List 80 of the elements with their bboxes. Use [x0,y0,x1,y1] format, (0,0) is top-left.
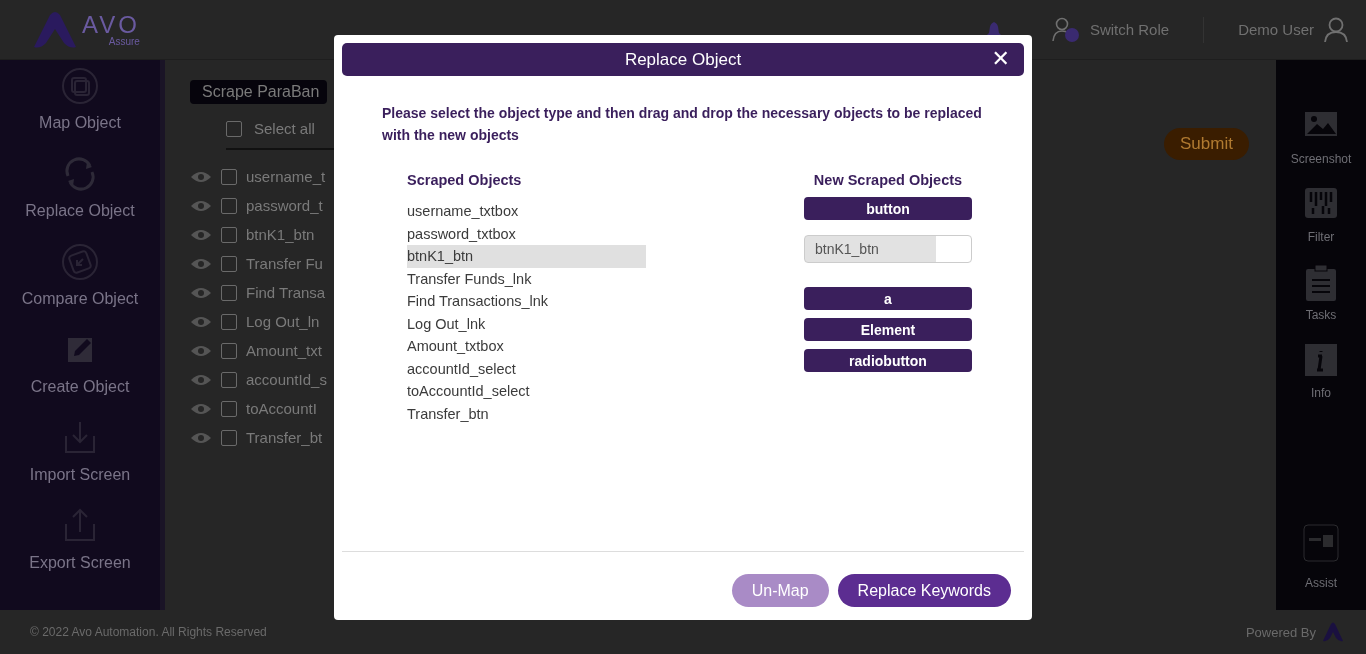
rail-item[interactable]: Filter [1307,230,1335,244]
checkbox[interactable] [221,255,237,272]
nav-item[interactable]: Map Object [39,114,121,132]
switch-user-icon [1051,16,1080,43]
scraped-object-item[interactable]: accountId_select [407,357,646,380]
instruction-text: Please select the object type and then drag and drop the necessary objects to be replaced with the new objects [382,104,983,145]
rail-item[interactable]: Info [1311,386,1331,400]
object-type-button[interactable]: Element [804,318,972,341]
screen-title-tab[interactable]: Scrape ParaBan [190,80,328,104]
object-name[interactable]: Transfer Fu [246,255,323,272]
close-button[interactable]: ✕ [991,46,1010,71]
eye-icon [190,314,212,329]
object-type-button[interactable]: button [804,197,972,220]
dialog-title: Replace Object [624,49,742,70]
object-name[interactable]: Transfer_bt [246,429,323,446]
nav-item[interactable]: Import Screen [29,466,131,484]
checkbox[interactable] [221,400,237,417]
object-name[interactable]: accountId_s [246,371,327,388]
checkbox[interactable] [226,120,242,137]
layers-icon [60,66,100,106]
rail-item[interactable]: Assist [1305,576,1337,590]
scraped-object-item[interactable]: Transfer Funds_lnk [407,267,646,290]
replace-keywords-button[interactable]: Replace Keywords [837,574,1011,607]
user-name[interactable]: Demo User [1238,21,1314,38]
scraped-object-item[interactable]: Find Transactions_lnk [407,290,646,313]
object-name[interactable]: password_t [246,197,323,214]
checkbox[interactable] [221,226,237,243]
eye-icon [190,198,212,213]
eye-icon [190,256,212,271]
object-name[interactable]: username_t [246,168,326,185]
scraped-object-item[interactable]: Amount_txtbox [407,335,646,358]
checkbox[interactable] [221,371,237,388]
nav-item[interactable]: Replace Object [25,202,135,220]
eye-icon [190,169,212,184]
select-all-label: Select all [254,120,315,137]
object-name[interactable]: Amount_txt [246,342,322,359]
unmap-button[interactable]: Un-Map [731,574,829,607]
nav-item[interactable]: Export Screen [29,554,131,572]
scraped-object-item[interactable]: username_txtbox [407,200,646,223]
scraped-object-item[interactable]: Log Out_lnk [407,312,646,335]
eye-icon [190,343,212,358]
logo-tagline: Assure [108,36,140,47]
scraped-object-item[interactable]: password_txtbox [407,222,646,245]
object-name[interactable]: Find Transa [246,284,326,301]
assistant-icon [1303,524,1339,562]
checkbox[interactable] [221,284,237,301]
submit-button[interactable]: Submit [1164,128,1249,160]
object-name[interactable]: btnK1_btn [246,226,315,243]
checkbox[interactable] [221,342,237,359]
clipboard-icon [1303,264,1339,302]
logo-text: AVO [82,12,140,37]
eye-icon [190,227,212,242]
logo-icon [1322,622,1344,642]
drop-field[interactable]: btnK1_btn [804,235,972,263]
compare-icon [60,242,100,282]
eye-icon [190,372,212,387]
checkbox[interactable] [221,313,237,330]
rail-item[interactable]: Screenshot [1290,152,1352,166]
eye-icon [190,285,212,300]
checkbox[interactable] [221,197,237,214]
object-name[interactable]: Log Out_ln [246,313,320,330]
column-heading: Scraped Objects [407,172,523,188]
object-name[interactable]: toAccountI [246,400,317,417]
scraped-object-item[interactable]: Transfer_btn [407,402,646,425]
object-type-button[interactable]: a [804,287,972,310]
rail-item[interactable]: Tasks [1305,308,1337,322]
scraped-object-item[interactable]: btnK1_btn [407,245,646,268]
user-icon [1324,16,1348,43]
copyright-text: © 2022 Avo Automation. All Rights Reserved [30,625,267,639]
scraped-object-item[interactable]: toAccountId_select [407,380,646,403]
eye-icon [190,401,212,416]
eye-icon [190,430,212,445]
powered-by-text: Powered By [1245,624,1316,640]
switch-role-button[interactable]: Switch Role [1089,21,1170,38]
nav-item[interactable]: Compare Object [21,290,139,308]
checkbox[interactable] [221,168,237,185]
nav-item[interactable]: Create Object [30,378,130,396]
object-type-button[interactable]: radiobutton [804,349,972,372]
column-heading: New Scraped Objects [813,172,963,188]
checkbox[interactable] [221,429,237,446]
